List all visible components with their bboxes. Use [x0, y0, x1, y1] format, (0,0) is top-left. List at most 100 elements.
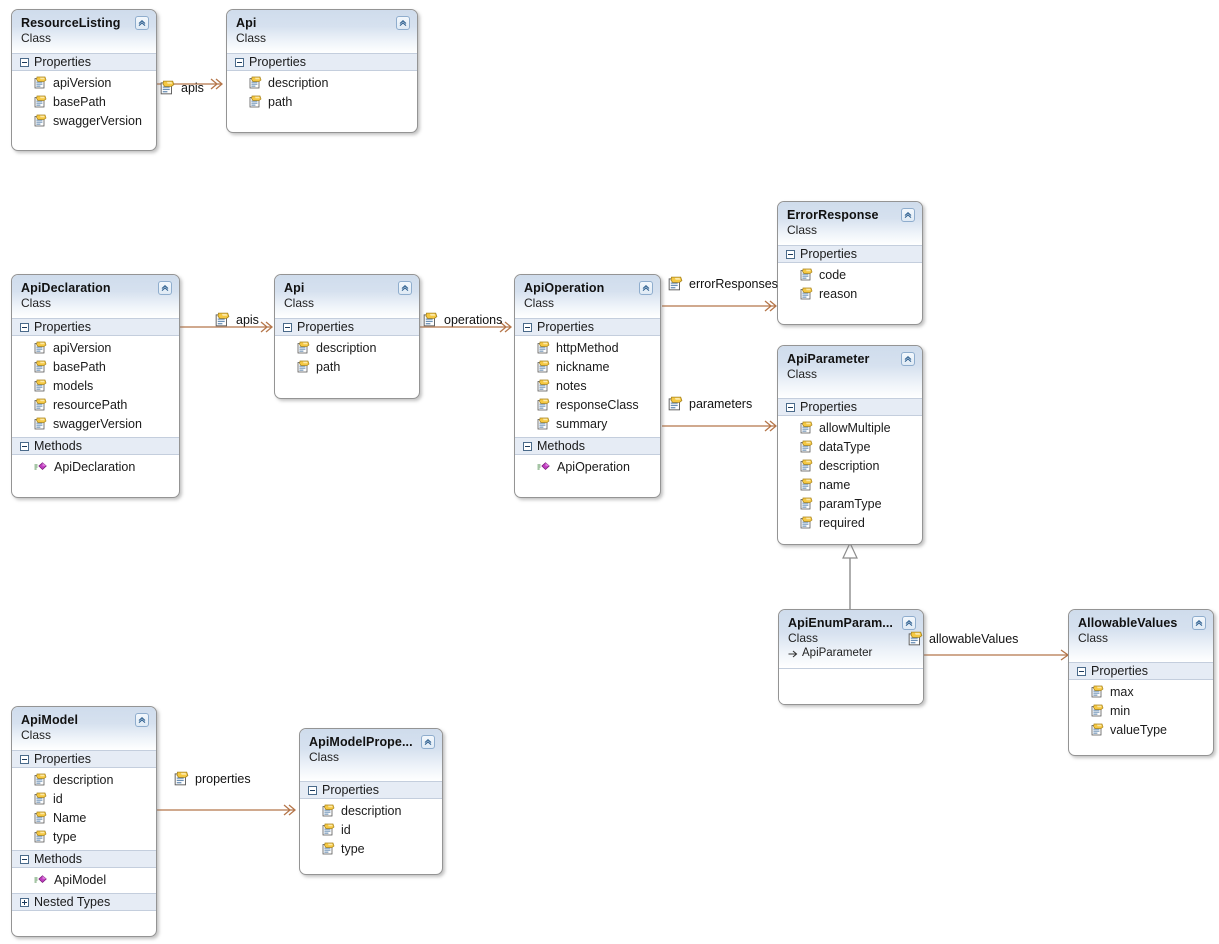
member-row[interactable]: nickname: [515, 357, 660, 376]
class-box-api-mid[interactable]: Api Class Properties description path: [274, 274, 420, 399]
member-row[interactable]: required: [778, 513, 922, 532]
class-box-resourcelisting[interactable]: ResourceListing Class Properties apiVers…: [11, 9, 157, 151]
member-row[interactable]: description: [227, 73, 417, 92]
member-row[interactable]: allowMultiple: [778, 418, 922, 437]
class-box-errorresponse[interactable]: ErrorResponse Class Properties code reas…: [777, 201, 923, 325]
member-row[interactable]: swaggerVersion: [12, 111, 156, 130]
member-row[interactable]: name: [778, 475, 922, 494]
class-name: Api: [236, 16, 257, 30]
association-label-errorresponses[interactable]: errorResponses: [668, 276, 778, 291]
member-row[interactable]: basePath: [12, 92, 156, 111]
collapse-icon[interactable]: [20, 854, 29, 864]
collapse-icon[interactable]: [523, 441, 532, 451]
class-box-apimodel[interactable]: ApiModel Class Properties description id…: [11, 706, 157, 937]
collapse-icon[interactable]: [20, 441, 29, 451]
class-box-apienumparam[interactable]: ApiEnumParam... Class ApiParameter: [778, 609, 924, 705]
member-row[interactable]: summary: [515, 414, 660, 433]
member-row[interactable]: models: [12, 376, 179, 395]
property-icon: [34, 792, 47, 805]
class-box-api-top[interactable]: Api Class Properties description path: [226, 9, 418, 133]
member-row[interactable]: responseClass: [515, 395, 660, 414]
compartment-properties[interactable]: Properties: [12, 318, 179, 336]
collapse-icon[interactable]: [283, 322, 292, 332]
class-box-apideclaration[interactable]: ApiDeclaration Class Properties apiVersi…: [11, 274, 180, 498]
chevron-up-icon[interactable]: [901, 208, 915, 222]
expand-icon[interactable]: [20, 897, 29, 907]
member-row[interactable]: id: [12, 789, 156, 808]
collapse-icon[interactable]: [308, 785, 317, 795]
association-label-parameters[interactable]: parameters: [668, 396, 752, 411]
compartment-properties[interactable]: Properties: [300, 781, 442, 799]
member-row[interactable]: dataType: [778, 437, 922, 456]
collapse-icon[interactable]: [786, 249, 795, 259]
compartment-methods[interactable]: Methods: [515, 437, 660, 455]
member-row[interactable]: httpMethod: [515, 338, 660, 357]
chevron-up-icon[interactable]: [158, 281, 172, 295]
member-row[interactable]: description: [300, 801, 442, 820]
member-row[interactable]: type: [300, 839, 442, 858]
member-row[interactable]: ApiOperation: [515, 457, 660, 476]
member-row[interactable]: description: [778, 456, 922, 475]
member-row[interactable]: path: [275, 357, 419, 376]
compartment-properties[interactable]: Properties: [275, 318, 419, 336]
class-header: Api Class: [275, 275, 419, 318]
collapse-icon[interactable]: [523, 322, 532, 332]
member-row[interactable]: apiVersion: [12, 73, 156, 92]
class-box-apiparameter[interactable]: ApiParameter Class Properties allowMulti…: [777, 345, 923, 545]
inheritance-apienumparam-apiparameter: [842, 541, 858, 609]
compartment-properties[interactable]: Properties: [12, 750, 156, 768]
class-box-apimodelproperty[interactable]: ApiModelPrope... Class Properties descri…: [299, 728, 443, 875]
collapse-icon[interactable]: [235, 57, 244, 67]
class-box-allowablevalues[interactable]: AllowableValues Class Properties max min…: [1068, 609, 1214, 756]
compartment-properties[interactable]: Properties: [227, 53, 417, 71]
member-row[interactable]: swaggerVersion: [12, 414, 179, 433]
member-row[interactable]: notes: [515, 376, 660, 395]
chevron-up-icon[interactable]: [135, 713, 149, 727]
property-icon: [34, 398, 47, 411]
association-label-apis-1[interactable]: apis: [160, 80, 204, 95]
compartment-properties[interactable]: Properties: [515, 318, 660, 336]
member-row[interactable]: valueType: [1069, 720, 1213, 739]
member-row[interactable]: paramType: [778, 494, 922, 513]
association-label-operations[interactable]: operations: [423, 312, 502, 327]
compartment-properties[interactable]: Properties: [1069, 662, 1213, 680]
collapse-icon[interactable]: [1077, 666, 1086, 676]
collapse-icon[interactable]: [20, 754, 29, 764]
chevron-up-icon[interactable]: [902, 616, 916, 630]
compartment-methods[interactable]: Methods: [12, 850, 156, 868]
member-row[interactable]: type: [12, 827, 156, 846]
compartment-properties[interactable]: Properties: [778, 245, 922, 263]
member-row[interactable]: description: [275, 338, 419, 357]
class-box-apioperation[interactable]: ApiOperation Class Properties httpMethod…: [514, 274, 661, 498]
member-row[interactable]: Name: [12, 808, 156, 827]
collapse-icon[interactable]: [20, 57, 29, 67]
member-row[interactable]: max: [1069, 682, 1213, 701]
chevron-up-icon[interactable]: [135, 16, 149, 30]
chevron-up-icon[interactable]: [398, 281, 412, 295]
association-label-properties[interactable]: properties: [174, 771, 251, 786]
compartment-properties[interactable]: Properties: [778, 398, 922, 416]
chevron-up-icon[interactable]: [421, 735, 435, 749]
collapse-icon[interactable]: [20, 322, 29, 332]
association-label-allowablevalues[interactable]: allowableValues: [908, 631, 1018, 646]
chevron-up-icon[interactable]: [396, 16, 410, 30]
compartment-nested-types[interactable]: Nested Types: [12, 893, 156, 911]
chevron-up-icon[interactable]: [639, 281, 653, 295]
member-row[interactable]: description: [12, 770, 156, 789]
chevron-up-icon[interactable]: [901, 352, 915, 366]
compartment-methods[interactable]: Methods: [12, 437, 179, 455]
member-row[interactable]: code: [778, 265, 922, 284]
member-row[interactable]: ApiModel: [12, 870, 156, 889]
chevron-up-icon[interactable]: [1192, 616, 1206, 630]
member-row[interactable]: apiVersion: [12, 338, 179, 357]
association-label-apis-2[interactable]: apis: [215, 312, 259, 327]
member-row[interactable]: ApiDeclaration: [12, 457, 179, 476]
member-row[interactable]: reason: [778, 284, 922, 303]
compartment-properties[interactable]: Properties: [12, 53, 156, 71]
member-row[interactable]: path: [227, 92, 417, 111]
member-row[interactable]: resourcePath: [12, 395, 179, 414]
member-row[interactable]: basePath: [12, 357, 179, 376]
member-row[interactable]: min: [1069, 701, 1213, 720]
member-row[interactable]: id: [300, 820, 442, 839]
collapse-icon[interactable]: [786, 402, 795, 412]
